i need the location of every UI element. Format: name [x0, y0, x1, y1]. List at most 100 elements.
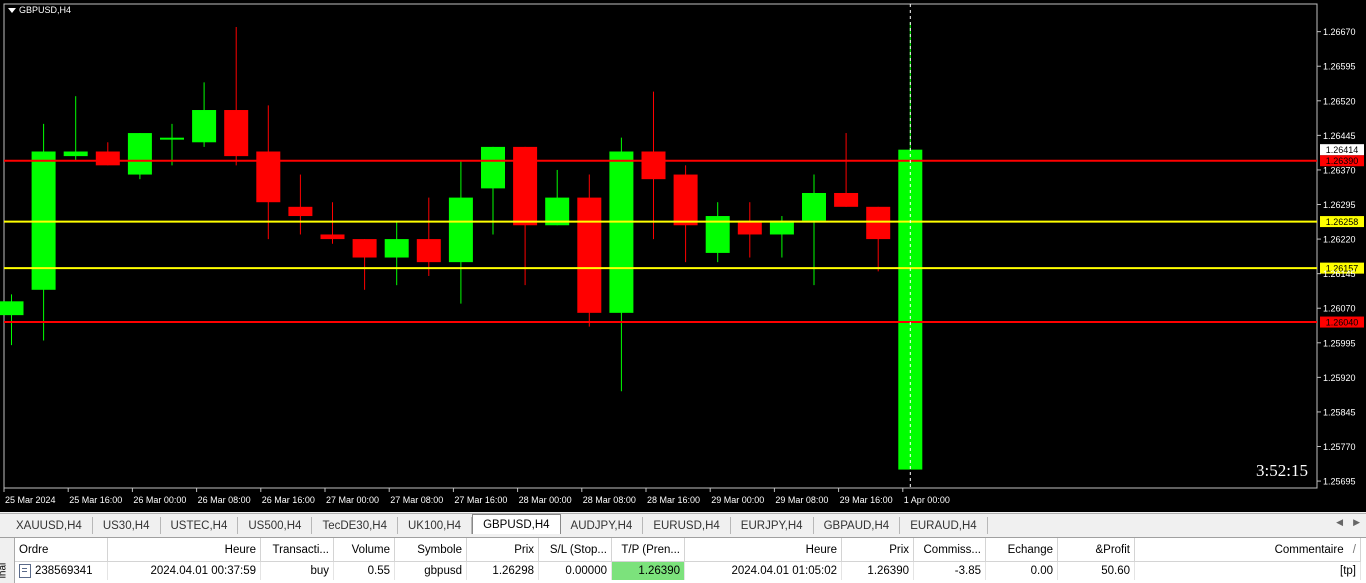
symbol-tab[interactable]: EURUSD,H4	[643, 517, 731, 534]
candle-body[interactable]	[641, 151, 666, 180]
col-header-prix[interactable]: Prix	[466, 538, 539, 562]
cell-profit: 50.60	[1057, 561, 1135, 580]
time-axis-label: 1 Apr 00:00	[904, 495, 950, 505]
candle-body[interactable]	[192, 110, 217, 143]
plot-frame	[3, 3, 1318, 489]
symbol-tab[interactable]: EURAUD,H4	[900, 517, 988, 534]
price-axis-label: 1.25845	[1323, 407, 1356, 417]
col-header-profit[interactable]: &Profit	[1057, 538, 1135, 562]
time-axis-label: 28 Mar 08:00	[583, 495, 636, 505]
price-axis-label: 1.26445	[1323, 131, 1356, 141]
col-header-prix-close[interactable]: Prix	[841, 538, 914, 562]
symbol-tab[interactable]: AUDJPY,H4	[561, 517, 644, 534]
time-axis-label: 29 Mar 08:00	[775, 495, 828, 505]
cell-prix: 1.26298	[466, 561, 539, 580]
price-axis-label: 1.26145	[1323, 269, 1356, 279]
price-axis-label: 1.26520	[1323, 96, 1356, 106]
col-header-ordre[interactable]: Ordre	[15, 538, 108, 562]
candle-body[interactable]	[609, 151, 634, 313]
symbol-tab[interactable]: US30,H4	[93, 517, 161, 534]
price-axis-label: 1.26670	[1323, 27, 1356, 37]
candle-body[interactable]	[95, 151, 120, 166]
col-header-commentaire[interactable]: Commentaire /	[1134, 538, 1361, 562]
col-header-symbole[interactable]: Symbole	[394, 538, 467, 562]
tab-scroll-controls: ◀ ▶	[1336, 517, 1360, 528]
candle-body[interactable]	[416, 239, 441, 263]
candle-body[interactable]	[513, 146, 538, 226]
symbol-tabs-bar: XAUUSD,H4 US30,H4 USTEC,H4 US500,H4 TecDE30,…	[0, 513, 1366, 534]
symbol-tab[interactable]: GBPUSD,H4	[472, 514, 561, 534]
candle-body[interactable]	[866, 206, 891, 240]
price-axis-label: 1.26295	[1323, 200, 1356, 210]
time-axis-label: 29 Mar 00:00	[711, 495, 764, 505]
candle-body[interactable]	[673, 174, 698, 226]
col-header-tp[interactable]: T/P (Pren...	[611, 538, 685, 562]
col-header-heure-close[interactable]: Heure	[684, 538, 842, 562]
price-chart[interactable]: 1.26390 1.26258 1.26157 1.26040 1.26414 1.266…	[0, 0, 1366, 512]
cell-symbole: gbpusd	[394, 561, 467, 580]
col-header-volume[interactable]: Volume	[333, 538, 395, 562]
symbol-timeframe-text: GBPUSD,H4	[19, 5, 72, 15]
col-header-transaction[interactable]: Transacti...	[260, 538, 334, 562]
time-axis-label: 25 Mar 16:00	[69, 495, 122, 505]
candle-body[interactable]	[320, 234, 345, 240]
candle-body[interactable]	[352, 239, 377, 258]
price-level-label: 1.26040	[1326, 318, 1359, 328]
commentaire-label: Commentaire	[1274, 543, 1344, 556]
symbol-tab[interactable]: TecDE30,H4	[312, 517, 398, 534]
price-axis-label: 1.26220	[1323, 235, 1356, 245]
cell-transaction: buy	[260, 561, 334, 580]
candle-body[interactable]	[834, 192, 859, 207]
candle-body[interactable]	[769, 220, 794, 235]
time-axis-label: 27 Mar 16:00	[454, 495, 507, 505]
col-header-heure[interactable]: Heure	[107, 538, 261, 562]
candle-body[interactable]	[160, 137, 184, 140]
cell-heure-close: 2024.04.01 01:05:02	[684, 561, 842, 580]
price-axis-label: 1.25920	[1323, 373, 1356, 383]
symbol-tab[interactable]: USTEC,H4	[161, 517, 239, 534]
time-axis-label: 26 Mar 08:00	[198, 495, 251, 505]
scroll-left-icon[interactable]: ◀	[1336, 517, 1343, 528]
candle-body[interactable]	[737, 220, 762, 235]
price-axis-label: 1.26595	[1323, 62, 1356, 72]
bar-countdown-timer: 3:52:15	[1256, 461, 1308, 480]
cell-sl: 0.00000	[538, 561, 612, 580]
time-axis-label: 25 Mar 2024	[5, 495, 56, 505]
candle-body[interactable]	[0, 301, 24, 316]
candle-body[interactable]	[448, 197, 473, 263]
chart-symbol-label[interactable]: GBPUSD,H4	[8, 5, 71, 15]
terminal-side-label: inal	[0, 562, 9, 579]
candle-body[interactable]	[224, 110, 249, 157]
cell-prix-close: 1.26390	[841, 561, 914, 580]
candle-body[interactable]	[288, 206, 313, 217]
symbol-tab[interactable]: XAUUSD,H4	[6, 517, 93, 534]
col-header-commission[interactable]: Commiss...	[913, 538, 986, 562]
candle-body[interactable]	[481, 146, 505, 189]
cell-echange: 0.00	[985, 561, 1058, 580]
col-header-sl[interactable]: S/L (Stop...	[538, 538, 612, 562]
table-row[interactable]: 238569341 2024.04.01 00:37:59 buy 0.55 g…	[15, 561, 1361, 580]
candle-body[interactable]	[127, 133, 152, 175]
col-header-echange[interactable]: Echange	[985, 538, 1058, 562]
price-level-label: 1.26258	[1326, 217, 1359, 227]
cell-tp: 1.26390	[611, 561, 685, 580]
candle-body[interactable]	[577, 197, 602, 313]
symbol-tab[interactable]: GBPAUD,H4	[814, 517, 901, 534]
current-price-label: 1.26414	[1326, 145, 1359, 155]
time-axis-label: 29 Mar 16:00	[840, 495, 893, 505]
symbol-tab[interactable]: UK100,H4	[398, 517, 473, 534]
candle-body[interactable]	[384, 239, 409, 258]
symbol-tab[interactable]: EURJPY,H4	[731, 517, 814, 534]
candle-body[interactable]	[256, 151, 281, 203]
time-axis-label: 26 Mar 00:00	[133, 495, 186, 505]
scroll-right-icon[interactable]: ▶	[1353, 517, 1360, 528]
candlestick-chart[interactable]: 1.263901.262581.261571.260401.264141.266…	[0, 0, 1366, 512]
candle-body[interactable]	[802, 192, 826, 221]
cell-volume: 0.55	[333, 561, 395, 580]
terminal-side-strip[interactable]: inal	[0, 538, 15, 583]
price-axis-label: 1.26370	[1323, 165, 1356, 175]
candle-body[interactable]	[63, 151, 88, 157]
price-axis-label: 1.25995	[1323, 338, 1356, 348]
symbol-tab[interactable]: US500,H4	[238, 517, 313, 534]
dropdown-triangle-icon[interactable]	[8, 7, 16, 13]
